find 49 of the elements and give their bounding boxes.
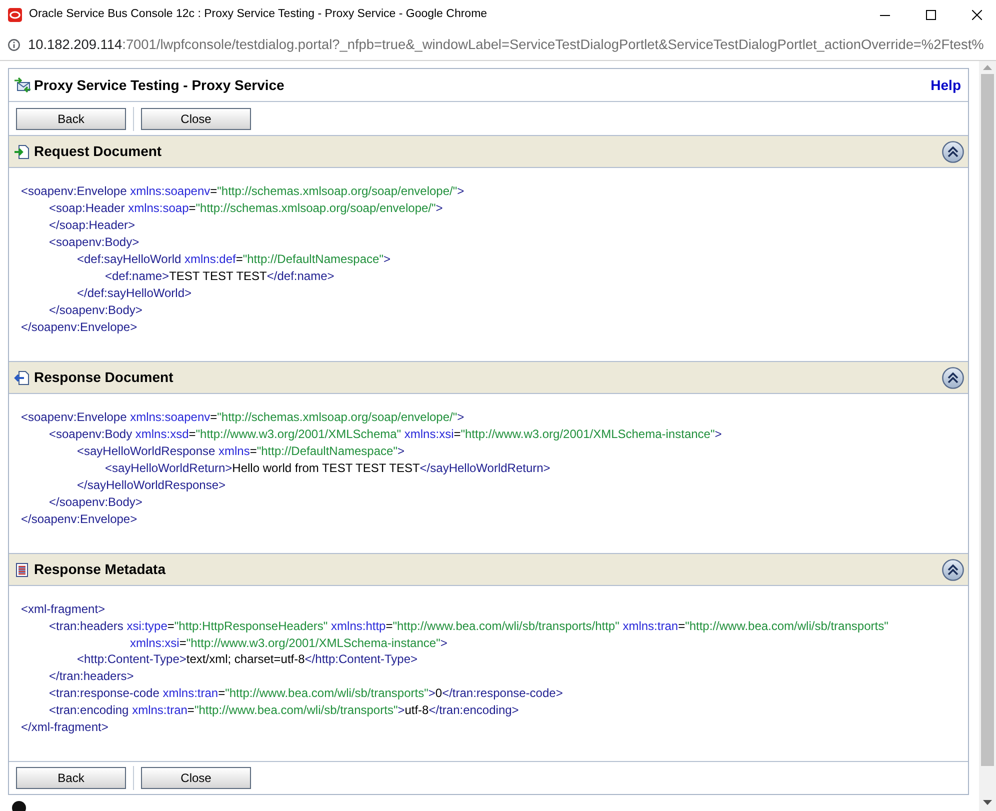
info-icon[interactable] bbox=[8, 39, 20, 51]
collapse-icon[interactable] bbox=[942, 140, 964, 162]
back-button[interactable]: Back bbox=[16, 767, 126, 789]
scrollbar-thumb[interactable] bbox=[981, 74, 994, 766]
xml-line: xmlns:xsi="http://www.w3.org/2001/XMLSchema-instance"> bbox=[130, 635, 448, 651]
xml-line: <tran:response-code xmlns:tran="http://www.bea.com/wli/sb/transports">0</tran:response-code> bbox=[49, 685, 563, 702]
xml-line: </xml-fragment> bbox=[21, 719, 108, 736]
logo-icon bbox=[8, 8, 22, 22]
xml-line: <soapenv:Envelope xmlns:soapenv="http://schemas.xmlsoap.org/soap/envelope/"> bbox=[21, 183, 464, 200]
window-title: Oracle Service Bus Console 12c : Proxy Service Testing - Proxy Service - Google Chrome bbox=[29, 7, 488, 22]
xml-line: <soapenv:Envelope xmlns:soapenv="http://schemas.xmlsoap.org/soap/envelope/"> bbox=[21, 409, 464, 426]
document-lines-icon bbox=[14, 562, 30, 578]
page-title: Proxy Service Testing - Proxy Service bbox=[34, 76, 284, 95]
xml-line: <soapenv:Body> bbox=[49, 234, 140, 251]
section-title: Request Document bbox=[34, 142, 162, 161]
document-arrow-icon bbox=[14, 144, 30, 160]
xml-line: <sayHelloWorldResponse xmlns="http://DefaultNamespace"> bbox=[77, 443, 404, 460]
xml-line: </soapenv:Body> bbox=[49, 494, 142, 511]
section-title: Response Metadata bbox=[34, 560, 166, 579]
xml-line: </soapenv:Envelope> bbox=[21, 511, 138, 528]
scroll-down-icon[interactable] bbox=[983, 800, 992, 805]
xml-line: <def:sayHelloWorld xmlns:def="http://DefaultNamespace"> bbox=[77, 251, 390, 268]
xml-line: <xml-fragment> bbox=[21, 601, 106, 618]
document-arrow-icon bbox=[14, 370, 30, 386]
xml-line: <def:name>TEST TEST TEST</def:name> bbox=[105, 268, 334, 285]
envelope-icon bbox=[14, 77, 31, 93]
collapse-icon[interactable] bbox=[942, 558, 964, 580]
maximize-icon[interactable] bbox=[926, 10, 936, 20]
xml-line: <tran:encoding xmlns:tran="http://www.bea.com/wli/sb/transports">utf-8</tran:encoding> bbox=[49, 702, 519, 719]
xml-line: </soap:Header> bbox=[49, 217, 136, 234]
xml-line: <soapenv:Body xmlns:xsd="http://www.w3.org/2001/XMLSchema" xmlns:xsi="http://www.w3.org/2001/XMLSchema-instance"> bbox=[49, 426, 722, 443]
url-text[interactable]: 10.182.209.114:7001/lwpfconsole/testdialog.portal?_nfpb=true&_windowLabel=ServiceTestDialogPortlet&ServiceTestDialogPortlet_actionOverride=%2Ftest% bbox=[28, 34, 984, 56]
close-button[interactable]: Close bbox=[141, 767, 251, 789]
xml-line: </def:sayHelloWorld> bbox=[77, 285, 192, 302]
xml-line: <http:Content-Type>text/xml; charset=utf-8</http:Content-Type> bbox=[77, 651, 418, 668]
section-title: Response Document bbox=[34, 368, 174, 387]
scrollbar[interactable] bbox=[979, 61, 996, 811]
collapse-icon[interactable] bbox=[942, 366, 964, 388]
back-button[interactable]: Back bbox=[16, 108, 126, 130]
help-link[interactable]: Help bbox=[930, 74, 961, 96]
xml-line: </tran:headers> bbox=[49, 668, 134, 685]
close-button[interactable]: Close bbox=[141, 108, 251, 130]
xml-line: <soap:Header xmlns:soap="http://schemas.xmlsoap.org/soap/envelope/"> bbox=[49, 200, 443, 217]
close-icon[interactable] bbox=[972, 10, 982, 20]
xml-line: </soapenv:Body> bbox=[49, 302, 142, 319]
xml-line: <sayHelloWorldReturn>Hello world from TEST TEST TEST</sayHelloWorldReturn> bbox=[105, 460, 550, 477]
xml-line: <tran:headers xsi:type="http:HttpResponseHeaders" xmlns:http="http://www.bea.com/wli/sb/transports/http" xmlns:tran="http://www.bea.com/wli/sb/transports" bbox=[49, 618, 888, 635]
xml-line: </sayHelloWorldResponse> bbox=[77, 477, 226, 494]
xml-line: </soapenv:Envelope> bbox=[21, 319, 138, 336]
